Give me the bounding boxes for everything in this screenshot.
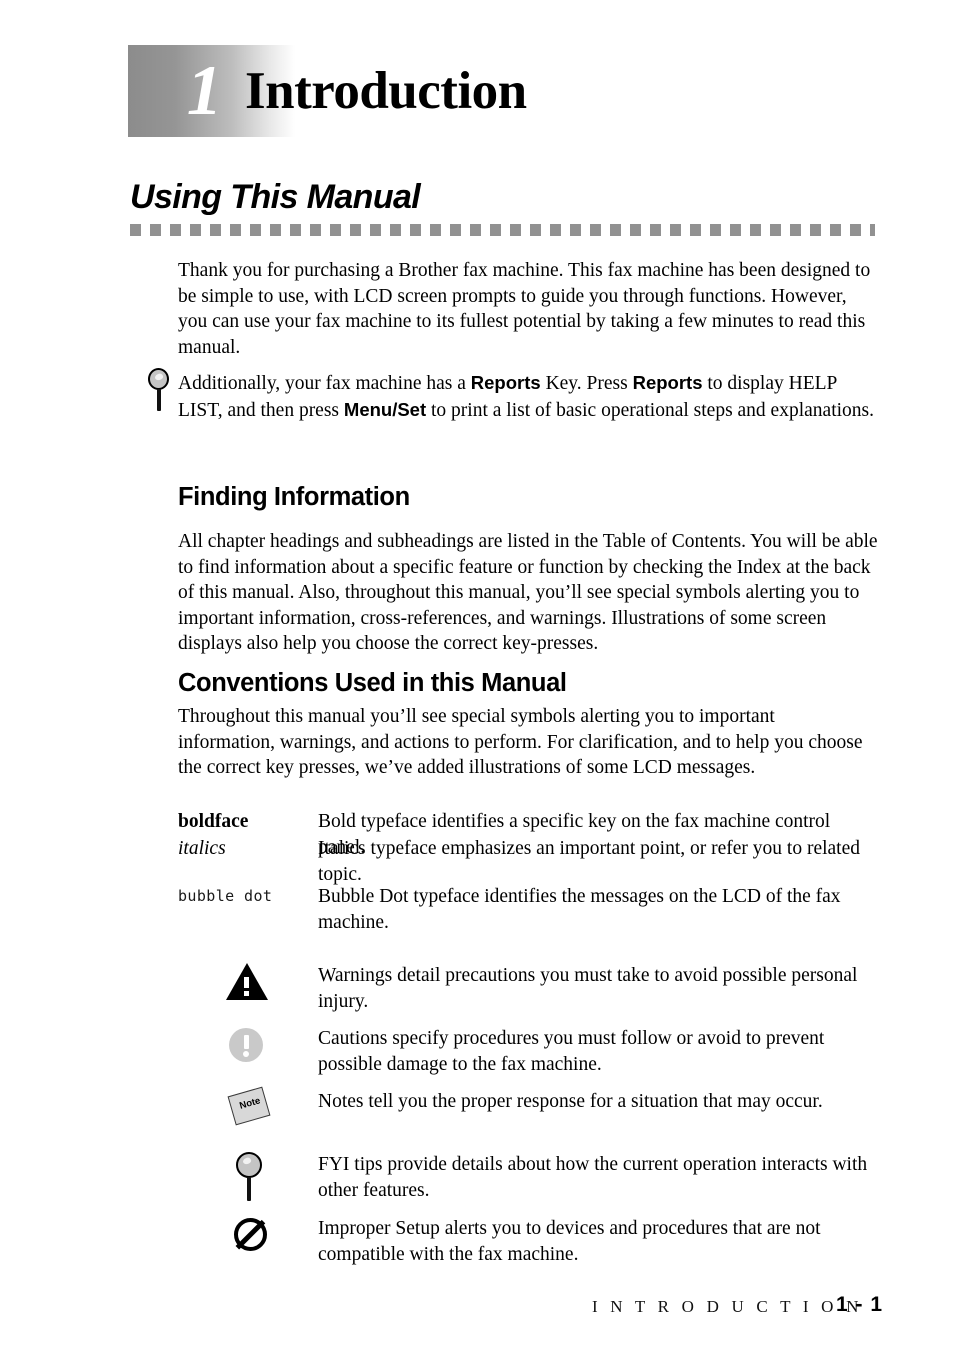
caution-exclamation-stem [244, 1035, 249, 1049]
magnifier-glint [242, 1156, 252, 1166]
fyi-note-paragraph: Additionally, your fax machine has a Rep… [178, 370, 878, 423]
intro-paragraph: Thank you for purchasing a Brother fax m… [178, 260, 871, 358]
magnifier-fyi-icon [236, 1152, 262, 1201]
heading-finding-information: Finding Information [178, 483, 410, 511]
typeface-term-bubble-dot: bubble dot [178, 887, 273, 905]
magnifier-lens [148, 368, 169, 390]
key-menu-set: Menu/Set [343, 398, 427, 420]
magnifier-handle [247, 1177, 251, 1201]
fyi-text-2: Key. Press [540, 373, 633, 394]
symbol-desc-caution: Cautions specify procedures you must fol… [318, 1028, 825, 1075]
warning-exclamation-dot [244, 991, 249, 996]
chapter-header: 1 Introduction [0, 45, 954, 137]
warning-triangle-icon [226, 963, 268, 1001]
section-divider-rule [130, 224, 875, 236]
heading-conventions: Conventions Used in this Manual [178, 669, 567, 697]
warning-exclamation-stem [244, 977, 249, 988]
section-title: Using This Manual [130, 178, 421, 216]
symbol-desc-note: Notes tell you the proper response for a… [318, 1091, 823, 1112]
typeface-desc-bubble-dot: Bubble Dot typeface identifies the messa… [318, 886, 841, 933]
prohibition-circle-icon [234, 1218, 268, 1252]
magnifier-glint [154, 372, 164, 382]
magnifier-lens [236, 1152, 262, 1178]
footer-chapter-name: I N T R O D U C T I O N [592, 1297, 863, 1316]
typeface-term-italics: italics [178, 838, 226, 859]
caution-circle-icon [229, 1028, 263, 1062]
finding-information-body: All chapter headings and subheadings are… [178, 531, 878, 655]
conventions-body: Throughout this manual you’ll see specia… [178, 706, 863, 779]
caution-exclamation-dot [243, 1051, 249, 1057]
symbol-desc-fyi: FYI tips provide details about how the c… [318, 1154, 868, 1201]
magnifier-fyi-icon [148, 368, 174, 414]
fyi-text-1: Additionally, your fax machine has a [178, 373, 471, 394]
chapter-title: Introduction [245, 62, 527, 120]
note-sticky-icon: Note [227, 1086, 271, 1126]
typeface-desc-italics: Italics typeface emphasizes an important… [318, 838, 860, 885]
magnifier-handle [157, 389, 161, 411]
symbol-desc-warning: Warnings detail precautions you must tak… [318, 965, 858, 1012]
symbol-desc-improper-setup: Improper Setup alerts you to devices and… [318, 1218, 821, 1265]
key-reports-2: Reports [632, 372, 703, 393]
typeface-term-boldface: boldface [178, 811, 249, 832]
footer-page-number: 1 - 1 [836, 1293, 884, 1316]
key-reports-1: Reports [470, 372, 541, 393]
fyi-text-4: to print a list of basic operational ste… [426, 399, 874, 421]
